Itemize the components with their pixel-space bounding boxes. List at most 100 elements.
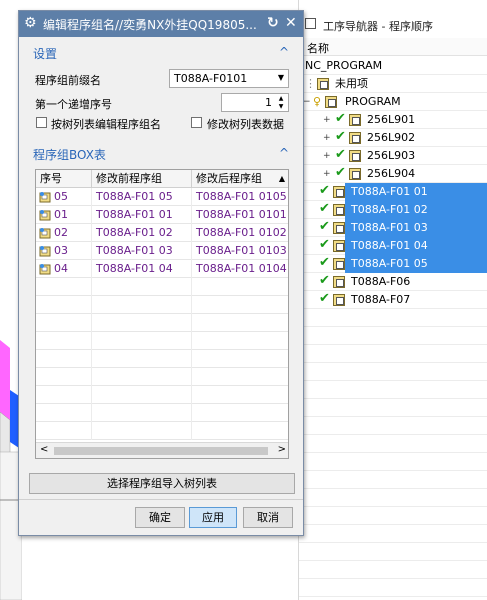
check-icon: ✔ bbox=[319, 201, 330, 216]
divider bbox=[19, 499, 303, 500]
program-group-icon bbox=[349, 168, 361, 180]
col-header-seq[interactable]: 序号 bbox=[36, 170, 92, 188]
col-header-after-label: 修改后程序组 bbox=[196, 172, 262, 185]
navigator-column-header[interactable]: 名称 bbox=[299, 38, 487, 56]
tree-item-t088a-f01-05[interactable]: ✔ T088A-F01 05 bbox=[299, 255, 487, 273]
key-icon: ♀ bbox=[313, 95, 322, 108]
start-index-label: 第一个递增序号 bbox=[35, 98, 112, 111]
check-icon: ✔ bbox=[319, 219, 330, 234]
empty-row bbox=[299, 561, 487, 579]
apply-button[interactable]: 应用 bbox=[189, 507, 237, 528]
program-group-icon bbox=[333, 240, 345, 252]
navigator-title-bar: 工序导航器 - 程序顺序 bbox=[299, 14, 487, 38]
expand-icon[interactable]: + bbox=[323, 134, 331, 143]
tree-item-program[interactable]: − ♀ PROGRAM bbox=[299, 93, 487, 111]
scroll-left-icon[interactable]: < bbox=[40, 444, 48, 455]
modify-tree-checkbox[interactable] bbox=[191, 117, 202, 128]
tree-item-256l903[interactable]: + ✔ 256L903 bbox=[299, 147, 487, 165]
tree-item-256l901[interactable]: + ✔ 256L901 bbox=[299, 111, 487, 129]
tree-item-t088a-f01-02[interactable]: ✔ T088A-F01 02 bbox=[299, 201, 487, 219]
empty-row bbox=[299, 435, 487, 453]
tree-item-label: T088A-F01 03 bbox=[351, 221, 428, 234]
box-section-header[interactable]: 程序组BOX表 ^ bbox=[29, 144, 295, 164]
program-group-icon bbox=[317, 78, 329, 90]
check-icon: ✔ bbox=[335, 129, 346, 144]
cancel-button[interactable]: 取消 bbox=[243, 507, 293, 528]
cell-after: T088A-F01 0105 bbox=[192, 188, 288, 206]
chevron-down-icon: ▼ bbox=[277, 73, 284, 82]
expand-icon[interactable]: + bbox=[323, 116, 331, 125]
tree-item-unused[interactable]: ⋮ 未用项 bbox=[299, 75, 487, 93]
check-icon: ✔ bbox=[335, 165, 346, 180]
empty-row bbox=[299, 399, 487, 417]
settings-section-header[interactable]: 设置 ^ bbox=[29, 43, 295, 63]
check-icon: ✔ bbox=[319, 291, 330, 306]
tree-item-t088a-f06[interactable]: ✔ T088A-F06 bbox=[299, 273, 487, 291]
check-icon: ✔ bbox=[319, 273, 330, 288]
program-group-table: 序号 修改前程序组 修改后程序组 ▲ 05 T088A-F01 05 T088A… bbox=[35, 169, 289, 459]
empty-row bbox=[36, 368, 288, 386]
collapse-caret-icon[interactable]: ^ bbox=[279, 45, 289, 59]
col-header-before[interactable]: 修改前程序组 bbox=[92, 170, 192, 188]
table-row[interactable]: 01 T088A-F01 01 T088A-F01 0101 bbox=[36, 206, 288, 224]
empty-row bbox=[36, 314, 288, 332]
dialog-title-bar[interactable]: ⚙ 编辑程序组名//奕勇NX外挂QQ19805... ↻ ✕ bbox=[19, 11, 303, 37]
table-row[interactable]: 02 T088A-F01 02 T088A-F01 0102 bbox=[36, 224, 288, 242]
expand-icon[interactable]: + bbox=[323, 152, 331, 161]
col-header-after[interactable]: 修改后程序组 ▲ bbox=[192, 170, 288, 188]
collapse-caret-icon[interactable]: ^ bbox=[279, 146, 289, 160]
prefix-dropdown[interactable]: T088A-F0101 ▼ bbox=[169, 69, 289, 88]
sort-up-icon: ▲ bbox=[278, 174, 285, 183]
empty-row bbox=[299, 345, 487, 363]
empty-row bbox=[299, 381, 487, 399]
empty-row bbox=[299, 489, 487, 507]
start-index-stepper[interactable]: 1 ▲ ▼ bbox=[221, 93, 289, 112]
table-row[interactable]: 04 T088A-F01 04 T088A-F01 0104 bbox=[36, 260, 288, 278]
scrollbar-thumb[interactable] bbox=[54, 447, 268, 455]
cell-after: T088A-F01 0104 bbox=[192, 260, 288, 278]
program-group-icon bbox=[333, 222, 345, 234]
reset-icon[interactable]: ↻ bbox=[267, 15, 279, 31]
check-icon: ✔ bbox=[319, 237, 330, 252]
empty-row bbox=[299, 417, 487, 435]
tree-line-icon: ⋮ bbox=[305, 77, 316, 90]
empty-row bbox=[36, 332, 288, 350]
import-to-tree-button[interactable]: 选择程序组导入树列表 bbox=[29, 473, 295, 494]
tree-item-t088a-f01-01[interactable]: ✔ T088A-F01 01 bbox=[299, 183, 487, 201]
tree-item-t088a-f01-03[interactable]: ✔ T088A-F01 03 bbox=[299, 219, 487, 237]
tree-item-nc-program[interactable]: NC_PROGRAM bbox=[299, 57, 487, 75]
cell-seq: 02 bbox=[54, 224, 92, 242]
close-icon[interactable]: ✕ bbox=[285, 15, 297, 31]
empty-row bbox=[36, 404, 288, 422]
tree-item-256l904[interactable]: + ✔ 256L904 bbox=[299, 165, 487, 183]
tree-edit-checkbox[interactable] bbox=[36, 117, 47, 128]
rename-program-group-dialog: ⚙ 编辑程序组名//奕勇NX外挂QQ19805... ↻ ✕ 设置 ^ 程序组前… bbox=[18, 10, 304, 536]
navigator-icon bbox=[305, 18, 316, 29]
tree-item-label: T088A-F01 05 bbox=[351, 257, 428, 270]
prefix-value: T088A-F0101 bbox=[174, 72, 248, 85]
empty-row bbox=[299, 309, 487, 327]
table-row[interactable]: 03 T088A-F01 03 T088A-F01 0103 bbox=[36, 242, 288, 260]
tree-item-t088a-f07[interactable]: ✔ T088A-F07 bbox=[299, 291, 487, 309]
program-group-icon bbox=[333, 186, 345, 198]
ok-button[interactable]: 确定 bbox=[135, 507, 185, 528]
tree-item-label: 未用项 bbox=[335, 77, 368, 90]
collapse-icon[interactable]: − bbox=[303, 98, 311, 107]
cell-after: T088A-F01 0101 bbox=[192, 206, 288, 224]
program-group-icon bbox=[349, 132, 361, 144]
scroll-right-icon[interactable]: > bbox=[278, 444, 286, 455]
program-group-icon bbox=[333, 276, 345, 288]
cell-before: T088A-F01 04 bbox=[92, 260, 192, 278]
spin-arrows-icon[interactable]: ▲ ▼ bbox=[276, 95, 286, 111]
horizontal-scrollbar[interactable]: < > bbox=[36, 442, 288, 458]
tree-item-256l902[interactable]: + ✔ 256L902 bbox=[299, 129, 487, 147]
table-row[interactable]: 05 T088A-F01 05 T088A-F01 0105 bbox=[36, 188, 288, 206]
empty-row bbox=[299, 507, 487, 525]
program-group-icon bbox=[39, 210, 51, 221]
cell-seq: 03 bbox=[54, 242, 92, 260]
expand-icon[interactable]: + bbox=[323, 170, 331, 179]
program-group-icon bbox=[325, 96, 337, 108]
column-name-label: 名称 bbox=[307, 42, 329, 55]
check-icon: ✔ bbox=[319, 183, 330, 198]
tree-item-t088a-f01-04[interactable]: ✔ T088A-F01 04 bbox=[299, 237, 487, 255]
